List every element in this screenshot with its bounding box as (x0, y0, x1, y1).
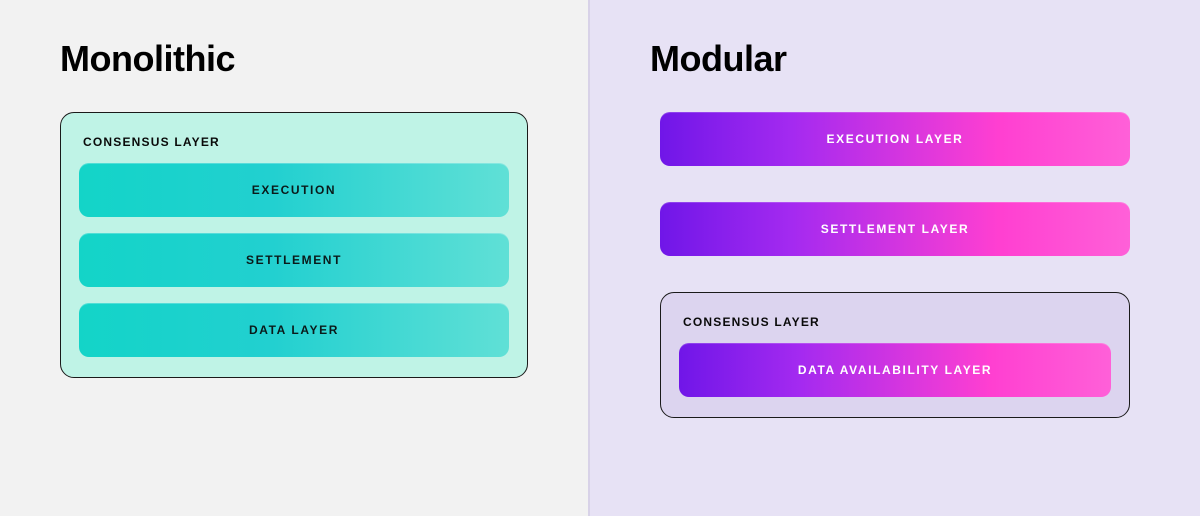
modular-title: Modular (650, 38, 1140, 80)
settlement-bar: SETTLEMENT (79, 233, 509, 287)
data-layer-bar: DATA LAYER (79, 303, 509, 357)
monolithic-panel: Monolithic CONSENSUS LAYER EXECUTION SET… (0, 0, 590, 516)
modular-panel: Modular EXECUTION LAYER SETTLEMENT LAYER… (590, 0, 1200, 516)
consensus-layer-container: CONSENSUS LAYER EXECUTION SETTLEMENT DAT… (60, 112, 528, 378)
consensus-layer-label: CONSENSUS LAYER (83, 135, 509, 149)
settlement-layer-bar: SETTLEMENT LAYER (660, 202, 1130, 256)
data-availability-layer-bar: DATA AVAILABILITY LAYER (679, 343, 1111, 397)
monolithic-title: Monolithic (60, 38, 528, 80)
execution-layer-bar: EXECUTION LAYER (660, 112, 1130, 166)
execution-bar: EXECUTION (79, 163, 509, 217)
consensus-layer-container-modular: CONSENSUS LAYER DATA AVAILABILITY LAYER (660, 292, 1130, 418)
consensus-layer-label-modular: CONSENSUS LAYER (683, 315, 1111, 329)
